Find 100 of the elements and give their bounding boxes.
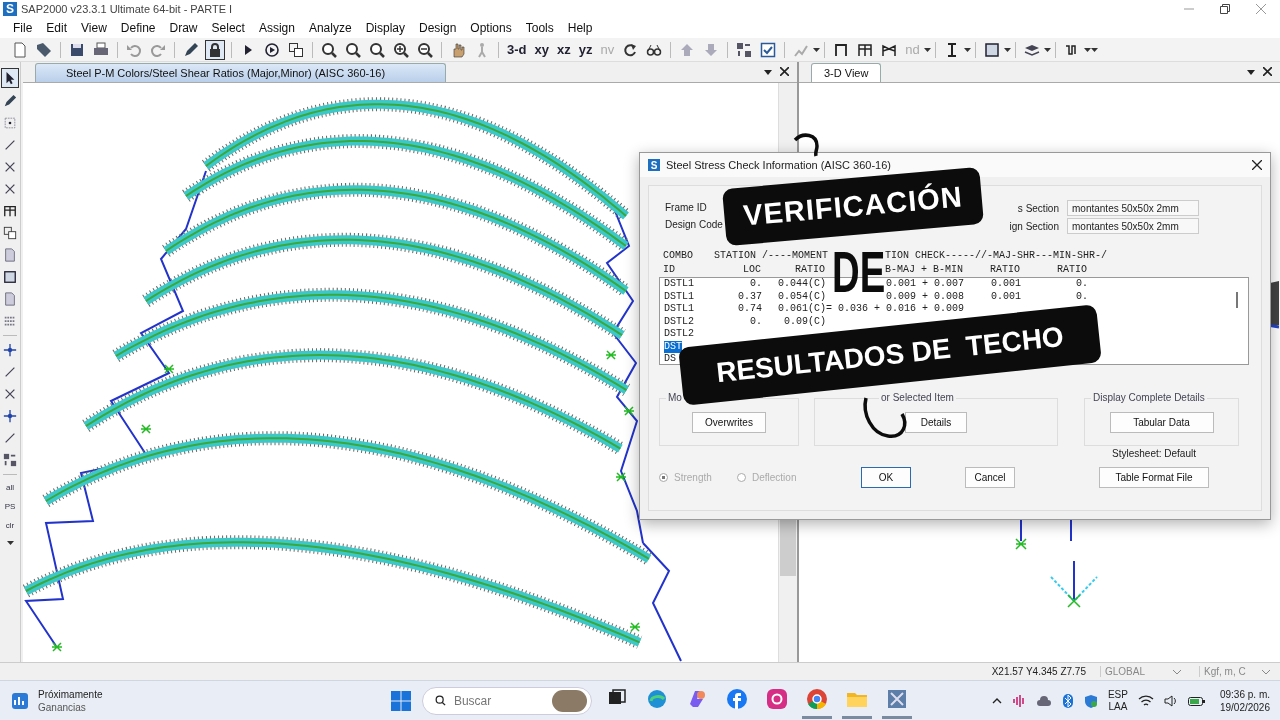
square-icon[interactable] [1,268,19,286]
menu-item[interactable]: Help [560,21,600,35]
table-cell[interactable]: 0.001 [991,278,1021,291]
dialog-button[interactable]: Table Format File [1099,467,1209,488]
tool-button[interactable]: PS [4,502,16,511]
table-cell[interactable]: 0. [750,278,762,291]
table-cell[interactable]: 0. [1076,278,1088,291]
table-cell[interactable]: 0. [750,315,762,328]
table-cell[interactable]: 0.001 + 0.007 [886,278,964,291]
social-app-icon[interactable] [726,688,748,710]
joint-icon[interactable] [1,407,19,425]
close-icon[interactable] [780,67,789,76]
menu-item[interactable]: Edit [39,21,75,35]
radio-label: Deflection [752,472,797,483]
dialog-button[interactable]: Cancel [965,467,1015,488]
app-logo: S [3,2,17,16]
support-marker [163,364,175,374]
sound-wave-icon[interactable] [1011,693,1026,708]
structure-app-icon[interactable] [886,688,908,710]
dialog-button[interactable]: Overwrites [692,412,766,433]
language-indicator[interactable]: ESP [1107,688,1128,701]
section-field[interactable]: montantes 50x50x 2mm [1067,200,1199,216]
cloud-icon[interactable] [1035,693,1052,708]
table-cell[interactable]: DSTL1 [664,290,694,303]
widget-title[interactable]: Próximamente [38,687,103,701]
group-title: Display Complete Details [1091,392,1207,403]
support-marker [629,622,641,632]
chart-widget-icon[interactable] [10,690,30,711]
joint-icon[interactable] [1,341,19,359]
table-cell[interactable]: 0.09(C) [784,315,826,328]
restore-icon[interactable] [1220,4,1230,14]
dropdown-caret-icon[interactable] [764,67,772,77]
chevron-up-icon[interactable] [991,696,1002,705]
window-title: SAP2000 v23.3.1 Ultimate 64-bit - PARTE I [21,3,234,15]
view-tab[interactable]: Steel P-M Colors/Steel Shear Ratios (Major,Minor) (AISC 360-16) [35,63,447,82]
stylesheet-text: Stylesheet: Default [1112,448,1196,459]
menu-item[interactable]: Select [204,21,252,35]
photo-placeholder [551,689,587,712]
view-button[interactable]: yz [578,42,593,57]
table-cell[interactable]: 0.009 + 0.008 [886,290,964,303]
tool-button[interactable]: all [6,483,14,492]
start-icon[interactable] [390,689,412,712]
section-field[interactable]: montantes 50x50x 2mm [1067,218,1199,234]
table-cell[interactable]: 0. [1076,290,1088,303]
round-browser-icon[interactable] [806,688,828,710]
menu-item[interactable]: Display [358,21,412,35]
menu-item[interactable]: Options [463,21,519,35]
clock-time[interactable]: 09:36 p. m. [1219,687,1270,701]
field-label: ign Section [1008,220,1059,232]
close-icon[interactable] [1252,160,1262,170]
bluetooth-icon[interactable] [1061,693,1074,708]
dropdown-caret-icon[interactable] [1247,67,1255,77]
wifi-icon[interactable] [1137,693,1154,708]
view-tab[interactable]: 3-D View [811,63,882,82]
dialog-button[interactable]: Details [905,412,967,433]
field-label: s Section [1016,202,1059,214]
support-marker [140,424,152,434]
table-cell[interactable]: DSTL1 [664,278,694,291]
lock-icon[interactable] [205,39,225,60]
view-button[interactable]: 3-d [507,42,527,57]
menu-item[interactable]: File [6,21,40,35]
table-cell[interactable]: = 0.036 + 0.016 + 0.009 [825,303,964,316]
menu-item[interactable]: View [74,21,114,35]
close-icon[interactable] [1263,67,1272,76]
pointer-icon[interactable] [1,68,19,88]
windows-icon[interactable] [1,224,19,242]
clock-date[interactable]: 19/02/2026 [1219,700,1270,714]
dialog-button[interactable]: Tabular Data [1109,412,1214,433]
table-cell[interactable]: 0.37 [738,290,762,303]
menu-item[interactable]: Assign [251,21,302,35]
battery-icon[interactable] [1187,694,1206,707]
grid-select-icon[interactable] [1,451,19,469]
tool-button[interactable]: clr [5,521,15,530]
table-cell[interactable]: 0.74 [738,303,762,316]
language-indicator[interactable]: LAA [1108,700,1128,713]
support-marker [615,472,627,482]
search-field[interactable]: Buscar [422,686,592,715]
coordinates-text: X21.57 Y4.345 Z7.75 [991,666,1086,677]
shield-icon[interactable] [1083,693,1098,708]
view-button[interactable]: xz [556,42,571,57]
menu-item[interactable]: Design [412,21,464,35]
view-button[interactable]: xy [534,42,549,57]
table-cell[interactable]: DS [664,353,676,364]
group-title: or Selected Item [879,392,956,403]
table-cell[interactable]: 0.001 [991,290,1021,303]
camera-app-icon[interactable] [766,688,788,710]
menu-item[interactable]: Analyze [301,21,359,35]
table-cell[interactable]: 0.054(C) [778,290,826,303]
table-cell[interactable]: 0.044(C) [778,278,826,291]
volume-icon[interactable] [1163,693,1178,708]
table-cell[interactable]: 0.061(C) [778,303,826,316]
menu-item[interactable]: Define [113,21,163,35]
globe-browser-icon[interactable] [646,688,668,710]
table-cell[interactable]: DST [664,340,682,353]
menu-item[interactable]: Draw [162,21,205,35]
support-marker [623,406,635,416]
dialog-button[interactable]: OK [861,467,911,488]
menu-item[interactable]: Tools [518,21,561,35]
search-input[interactable]: Buscar [453,693,544,708]
scrollbar-thumb[interactable] [1236,292,1238,308]
